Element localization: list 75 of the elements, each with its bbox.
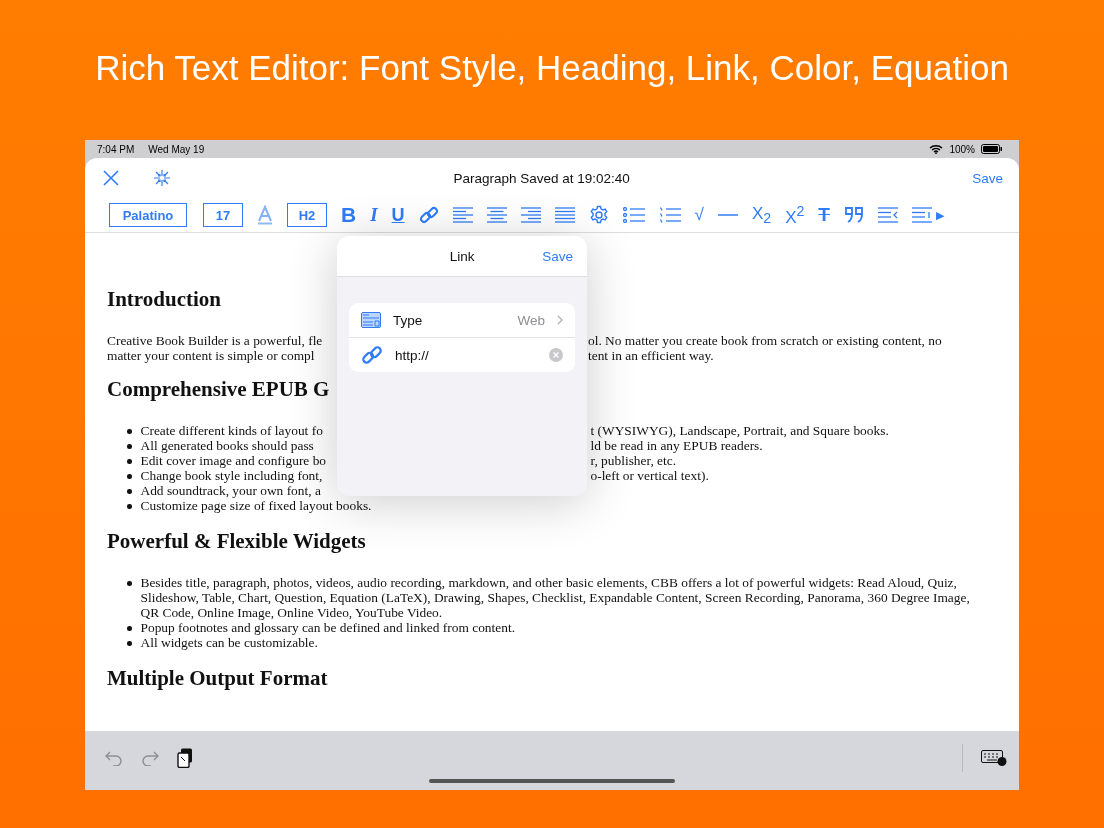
bullet-dot	[127, 626, 132, 631]
list-item-text: All generated books should pass	[140, 438, 314, 453]
italic-button[interactable]: I	[370, 204, 378, 226]
bullet-dot	[127, 581, 132, 586]
type-selector[interactable]: Web	[517, 312, 545, 328]
list-item-text: ld be read in any EPUB readers.	[590, 438, 763, 453]
paragraph-text: Creative Book Builder is a powerful, fle	[107, 333, 323, 348]
script-button[interactable]: X$^{2}$	[785, 202, 805, 228]
paste-icon[interactable]	[177, 747, 193, 768]
list-item-text: Change book style including font,	[140, 468, 323, 483]
bullet-dot	[127, 641, 132, 646]
bullet-dot	[127, 489, 132, 494]
horizontal-rule-icon[interactable]	[717, 213, 738, 217]
keyboard-icon[interactable]	[981, 749, 1007, 766]
bullet-dot	[127, 474, 132, 479]
section-heading: Multiple Output Format	[107, 666, 329, 690]
status-time: 7:04 PM	[97, 143, 135, 155]
redo-icon[interactable]	[141, 749, 159, 766]
section-heading: Comprehensive EPUB G	[107, 377, 331, 401]
bold-button[interactable]: B	[341, 203, 357, 227]
list-item-text: o-left or vertical text).	[590, 468, 709, 483]
align-right-icon[interactable]	[520, 207, 541, 223]
text-color-icon[interactable]	[257, 205, 273, 225]
battery-icon	[981, 144, 1003, 154]
link-icon	[361, 344, 383, 366]
numbered-list-icon[interactable]	[658, 207, 681, 223]
list-item-text: Add soundtrack, your own font, a	[140, 483, 322, 498]
paragraph-text: ol. No matter you create book from scratch or existing content, no	[588, 333, 942, 348]
list-item-text: Customize page size of fixed layout books.	[140, 498, 373, 513]
list-item-text: r, publisher, etc.	[590, 453, 677, 468]
web-page-icon	[361, 312, 381, 328]
underline-button[interactable]: U	[391, 204, 405, 226]
script-button[interactable]: X$_{2}$	[751, 203, 772, 227]
list-item-text: Besides title, paragraph, photos, videos, audio recording, markdown, and other basic elements, CBB offers a lot of powerful widgets: Read Aloud, Quiz, Slideshow, Table, Chart, Question, Equation (LaTeX), Drawing, Shapes, Checklist, Expandable Content, Screen Recording, Panorama, 360 Degree Image, QR Code, Online Image, Online Video, YouTube Video.	[140, 575, 971, 620]
close-icon[interactable]	[103, 170, 119, 186]
list-item-text: Popup footnotes and glossary can be defined and linked from content.	[140, 620, 516, 635]
align-center-icon[interactable]	[486, 207, 507, 223]
bullet-dot	[127, 444, 132, 449]
bullet-dot	[127, 504, 132, 509]
save-status: Paragraph Saved at 19:02:40	[452, 170, 631, 186]
undo-icon[interactable]	[105, 749, 123, 766]
quote-icon[interactable]	[843, 207, 864, 223]
align-left-icon[interactable]	[452, 207, 473, 223]
indent-icon[interactable]	[911, 207, 932, 223]
popover-title: Link	[449, 248, 475, 264]
link-icon[interactable]	[418, 205, 439, 225]
collapse-icon[interactable]	[153, 169, 171, 187]
bullet-dot	[127, 459, 132, 464]
paragraph-text: matter your content is simple or compl	[107, 348, 315, 363]
list-item-text: Edit cover image and configure bo	[140, 453, 327, 468]
save-button[interactable]: Save	[972, 170, 1003, 186]
font-button[interactable]: Palatino	[109, 203, 187, 227]
justify-icon[interactable]	[554, 207, 575, 223]
settings-icon[interactable]	[588, 205, 609, 225]
save-button[interactable]: Save	[542, 248, 573, 264]
paragraph-text: tent in an efficient way.	[588, 348, 714, 363]
bullet-dot	[127, 429, 132, 434]
status-date: Wed May 19	[148, 143, 205, 155]
more-button[interactable]: ▶	[935, 208, 944, 222]
list-item-text: Create different kinds of layout fo	[140, 423, 323, 438]
section-heading: Powerful & Flexible Widgets	[107, 529, 367, 553]
outdent-icon[interactable]	[877, 207, 898, 223]
bullet-list-icon[interactable]	[622, 207, 645, 223]
font-size-button[interactable]: 17	[203, 203, 243, 227]
section-heading: Introduction	[107, 287, 222, 311]
heading-button[interactable]: H2	[287, 203, 327, 227]
wifi-icon	[929, 144, 944, 154]
equation-button[interactable]: √	[694, 205, 704, 225]
battery-percent: 100%	[949, 143, 975, 155]
list-item-text: t (WYSIWYG), Landscape, Portrait, and Square books.	[590, 423, 889, 438]
chevron-icon	[557, 315, 563, 325]
headline: Rich Text Editor: Font Style, Heading, Link, Color, Equation	[95, 48, 1009, 89]
list-item-text: All widgets can be customizable.	[140, 635, 319, 650]
type-label: Type	[393, 312, 424, 328]
strikethrough-button[interactable]: T	[818, 204, 830, 226]
